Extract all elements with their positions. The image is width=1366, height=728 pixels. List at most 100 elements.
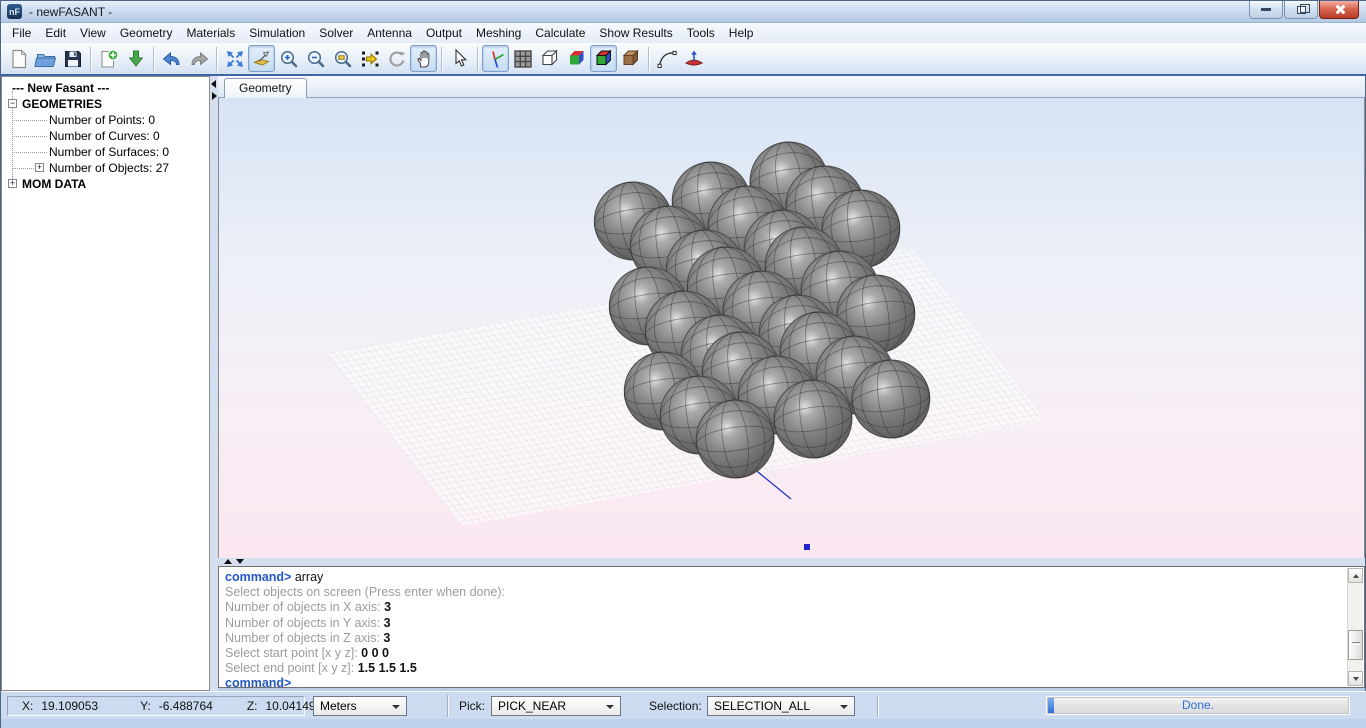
curvature-button[interactable]: [653, 45, 680, 72]
tree-item-points[interactable]: Number of Points: 0: [49, 112, 155, 128]
zoom-window-button[interactable]: [329, 45, 356, 72]
tree-item-mom-data[interactable]: MOM DATA: [22, 176, 86, 192]
toolbar-separator: [216, 47, 217, 71]
viewport[interactable]: [218, 98, 1365, 558]
scroll-up-icon: [1353, 574, 1359, 578]
add-geometry-button[interactable]: [95, 45, 122, 72]
surfaces-label: Number of Surfaces:: [49, 145, 159, 159]
menu-simulation[interactable]: Simulation: [242, 24, 312, 42]
scrollbar-grip: [1352, 642, 1360, 645]
perspective-view-button[interactable]: [248, 45, 275, 72]
menu-file[interactable]: File: [5, 24, 38, 42]
menu-meshing[interactable]: Meshing: [469, 24, 528, 42]
save-button[interactable]: [59, 45, 86, 72]
zoom-selection-button[interactable]: [356, 45, 383, 72]
menu-view[interactable]: View: [73, 24, 113, 42]
open-file-button[interactable]: [32, 45, 59, 72]
splitter-down-icon[interactable]: [236, 559, 244, 564]
vertical-splitter[interactable]: [210, 76, 218, 691]
menu-geometry[interactable]: Geometry: [113, 24, 180, 42]
menu-edit[interactable]: Edit: [38, 24, 73, 42]
restore-button[interactable]: [1284, 1, 1318, 19]
toolbar-separator: [648, 47, 649, 71]
title-bar: nF - newFASANT -: [1, 1, 1366, 23]
tree-item-objects[interactable]: Number of Objects: 27: [49, 160, 169, 176]
scroll-down-button[interactable]: [1348, 671, 1363, 686]
tree-root[interactable]: --- New Fasant ---: [12, 80, 109, 96]
undo-button[interactable]: [158, 45, 185, 72]
console-prompt: Number of objects in X axis:: [225, 600, 381, 614]
menu-materials[interactable]: Materials: [180, 24, 243, 42]
axes-toggle-button[interactable]: [482, 45, 509, 72]
point-marker: [804, 544, 810, 550]
menu-tools[interactable]: Tools: [680, 24, 722, 42]
rotate-view-button[interactable]: [383, 45, 410, 72]
collapse-right-icon[interactable]: [212, 92, 217, 100]
selection-dropdown[interactable]: SELECTION_ALL: [707, 696, 855, 716]
curves-label: Number of Curves:: [49, 129, 150, 143]
wireframe-view-button[interactable]: [536, 45, 563, 72]
textured-view-button[interactable]: [617, 45, 644, 72]
open-folder-icon: [34, 47, 58, 71]
console-line: Select objects on screen (Press enter wh…: [225, 585, 1364, 600]
pick-dropdown[interactable]: PICK_NEAR: [491, 696, 621, 716]
console-prompt: Select start point [x y z]:: [225, 646, 358, 660]
statusbar-separator: [877, 695, 878, 717]
flat-cube-icon: [565, 47, 589, 71]
collapse-left-icon[interactable]: [211, 80, 216, 88]
menu-solver[interactable]: Solver: [312, 24, 360, 42]
green-down-arrow-icon: [124, 47, 148, 71]
new-file-button[interactable]: [5, 45, 32, 72]
tree-item-geometries[interactable]: GEOMETRIES: [22, 96, 102, 112]
console-scrollbar[interactable]: [1347, 568, 1363, 686]
zoom-fit-button[interactable]: [221, 45, 248, 72]
tab-geometry[interactable]: Geometry: [224, 78, 307, 98]
command-input[interactable]: command>: [225, 676, 291, 688]
pick-value: PICK_NEAR: [498, 699, 566, 713]
menu-calculate[interactable]: Calculate: [528, 24, 592, 42]
expand-expander[interactable]: +: [8, 179, 17, 188]
command-console[interactable]: command> array Select objects on screen …: [218, 566, 1365, 688]
chevron-down-icon: [606, 705, 614, 709]
tree-item-surfaces[interactable]: Number of Surfaces: 0: [49, 144, 169, 160]
grid-toggle-button[interactable]: [509, 45, 536, 72]
flat-edges-cube-icon: [592, 47, 616, 71]
tree-item-curves[interactable]: Number of Curves: 0: [49, 128, 160, 144]
axes-icon: [484, 47, 508, 71]
menu-antenna[interactable]: Antenna: [360, 24, 419, 42]
surface-normals-button[interactable]: [680, 45, 707, 72]
menu-output[interactable]: Output: [419, 24, 469, 42]
undo-icon: [160, 47, 184, 71]
expand-expander[interactable]: +: [35, 163, 44, 172]
menu-show-results[interactable]: Show Results: [592, 24, 679, 42]
toolbar-separator: [441, 47, 442, 71]
viewport-canvas[interactable]: [219, 98, 1364, 558]
splitter-up-icon[interactable]: [224, 559, 232, 564]
flat-edges-view-button[interactable]: [590, 45, 617, 72]
minimize-button[interactable]: [1249, 1, 1283, 19]
redo-button[interactable]: [185, 45, 212, 72]
console-line: Number of objects in X axis: 3: [225, 600, 1364, 615]
flat-view-button[interactable]: [563, 45, 590, 72]
progress-text: Done.: [1047, 698, 1349, 712]
close-button[interactable]: [1319, 1, 1359, 19]
scrollbar-thumb[interactable]: [1348, 630, 1363, 660]
units-dropdown[interactable]: Meters: [313, 696, 407, 716]
pan-button[interactable]: [410, 45, 437, 72]
horizontal-splitter[interactable]: [218, 558, 1365, 566]
console-line: Number of objects in Z axis: 3: [225, 631, 1364, 646]
collapse-expander[interactable]: −: [8, 99, 17, 108]
console-prompt: Number of objects in Y axis:: [225, 616, 380, 630]
zoom-out-button[interactable]: [302, 45, 329, 72]
status-bar: X: 19.109053 Y: -6.488764 Z: 10.041499 M…: [1, 691, 1366, 719]
scroll-down-icon: [1353, 677, 1359, 681]
y-value: -6.488764: [159, 699, 213, 713]
select-button[interactable]: [446, 45, 473, 72]
pick-label: Pick:: [459, 699, 485, 713]
command-text: array: [291, 570, 323, 584]
menu-help[interactable]: Help: [722, 24, 761, 42]
scroll-up-button[interactable]: [1348, 568, 1363, 583]
tree-line: [12, 120, 47, 121]
zoom-in-button[interactable]: [275, 45, 302, 72]
import-button[interactable]: [122, 45, 149, 72]
